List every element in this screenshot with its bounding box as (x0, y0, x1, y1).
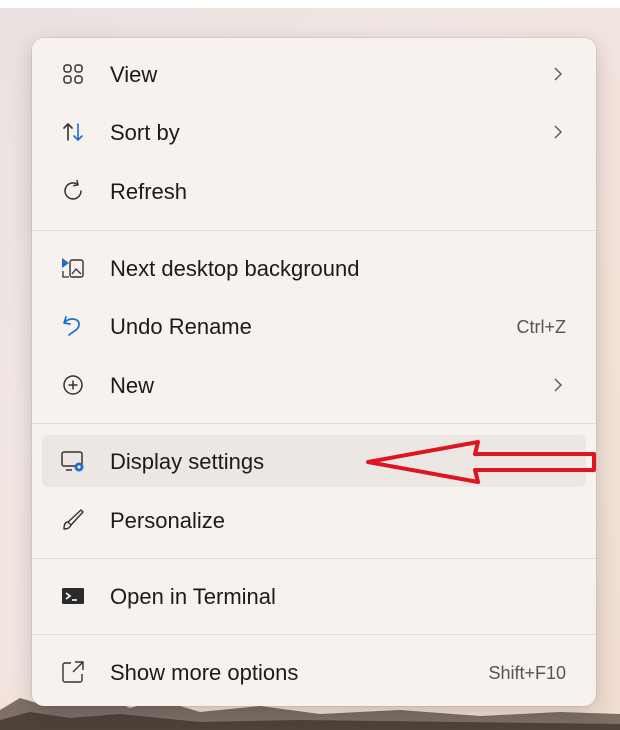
menu-item-label: Open in Terminal (110, 584, 276, 609)
sort-icon (60, 119, 86, 145)
menu-item-label: Display settings (110, 449, 265, 474)
menu-item-label: New (110, 373, 155, 398)
undo-icon (60, 313, 86, 339)
menu-item-label: Refresh (110, 179, 188, 204)
terminal-icon (60, 583, 86, 609)
menu-separator (32, 634, 596, 635)
desktop-context-menu: View Sort by Refresh Next desktop backgr… (32, 38, 596, 706)
menu-item-personalize[interactable]: Personalize (42, 494, 586, 546)
menu-item-label: Next desktop background (110, 256, 360, 281)
menu-item-new[interactable]: New (42, 359, 586, 411)
chevron-right-icon (548, 122, 568, 142)
personalize-brush-icon (60, 507, 86, 533)
menu-separator (32, 423, 596, 424)
view-grid-icon (60, 61, 86, 87)
shortcut-text: Shift+F10 (488, 663, 566, 683)
menu-item-label: Undo Rename (110, 314, 252, 339)
refresh-icon (60, 178, 86, 204)
menu-item-open-in-terminal[interactable]: Open in Terminal (42, 570, 586, 622)
shortcut-text: Ctrl+Z (516, 317, 567, 337)
menu-item-refresh[interactable]: Refresh (42, 165, 586, 217)
menu-item-show-more-options[interactable]: Show more options Shift+F10 (42, 646, 586, 698)
menu-item-view[interactable]: View (42, 48, 586, 100)
menu-item-sort-by[interactable]: Sort by (42, 106, 586, 158)
menu-item-label: View (110, 62, 158, 87)
show-more-options-icon (60, 659, 86, 685)
chevron-right-icon (548, 64, 568, 84)
menu-item-undo-rename[interactable]: Undo Rename Ctrl+Z (42, 300, 586, 352)
next-background-icon (60, 255, 86, 281)
new-plus-icon (60, 372, 86, 398)
menu-separator (32, 558, 596, 559)
red-annotation-arrow (366, 440, 596, 484)
menu-item-label: Show more options (110, 660, 299, 685)
menu-separator (32, 230, 596, 231)
chevron-right-icon (548, 375, 568, 395)
display-settings-icon (60, 448, 86, 474)
menu-item-label: Sort by (110, 120, 180, 145)
menu-item-next-desktop-background[interactable]: Next desktop background (42, 242, 586, 294)
menu-item-label: Personalize (110, 508, 225, 533)
